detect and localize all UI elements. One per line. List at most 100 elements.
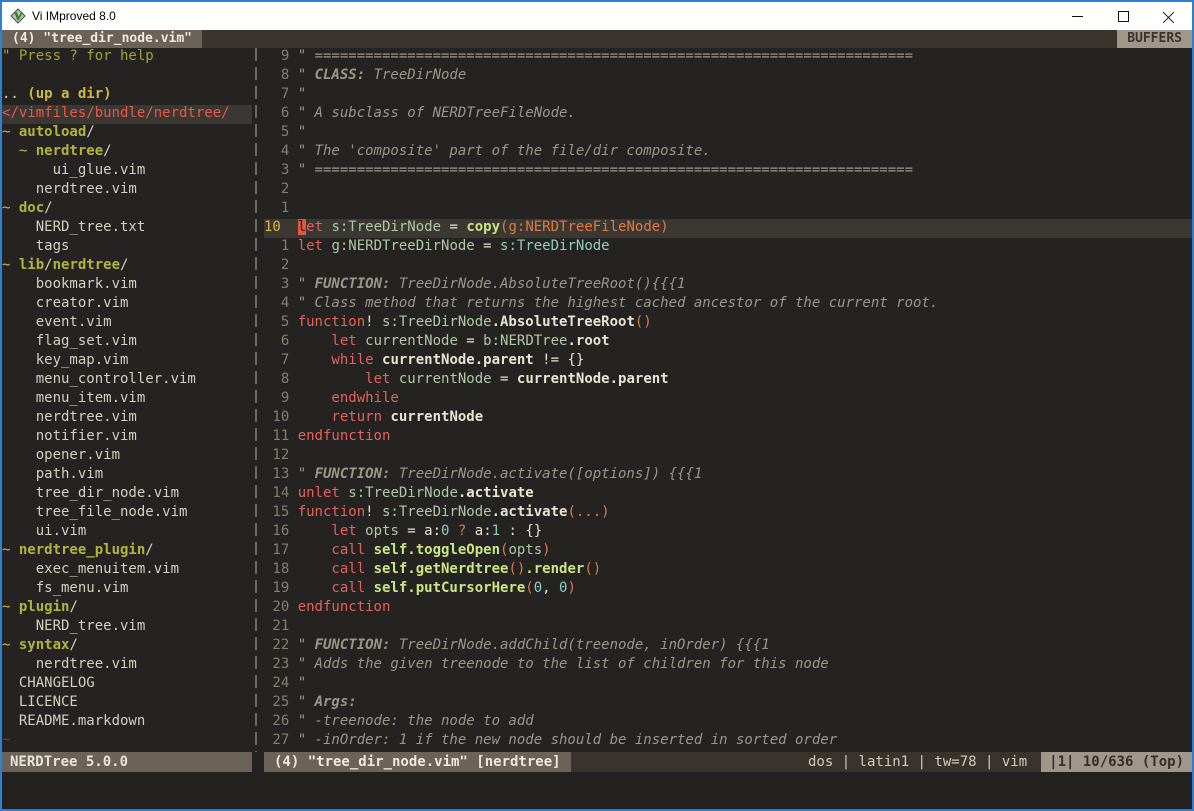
line-number: 18 [264,561,289,577]
code-line[interactable]: 11endfunction [264,428,1192,447]
code-line[interactable]: 6" A subclass of NERDTreeFileNode. [264,105,1192,124]
code-line[interactable]: 9 endwhile [264,390,1192,409]
code-line[interactable]: 1 [264,200,1192,219]
token: ) [567,580,575,596]
line-number: 10 [264,219,289,235]
window-separator[interactable] [252,48,264,752]
tree-line[interactable]: menu_item.vim [2,390,252,409]
code-line[interactable]: 3" =====================================… [264,162,1192,181]
code-line[interactable]: 1let g:NERDTreeDirNode = s:TreeDirNode [264,238,1192,257]
nerdtree-panel[interactable]: " Press ? for help .. (up a dir)</vimfil… [2,48,252,752]
code-line[interactable]: 18 call self.getNerdtree().render() [264,561,1192,580]
code-line[interactable]: 4" Class method that returns the highest… [264,295,1192,314]
code-line[interactable]: 15function! s:TreeDirNode.activate(...) [264,504,1192,523]
code-line[interactable]: 3" FUNCTION: TreeDirNode.AbsoluteTreeRoo… [264,276,1192,295]
tree-line[interactable]: exec_menuitem.vim [2,561,252,580]
token: event.vim [2,314,112,330]
tree-line[interactable]: tree_dir_node.vim [2,485,252,504]
code-line[interactable]: 12 [264,447,1192,466]
code-line[interactable]: 17 call self.toggleOpen(opts) [264,542,1192,561]
buffer-statusline: (4) "tree_dir_node.vim" [nerdtree] dos |… [264,752,1192,772]
code-line[interactable]: 6 let currentNode = b:NERDTree.root [264,333,1192,352]
token: " [298,675,306,691]
tree-line[interactable]: bookmark.vim [2,276,252,295]
code-line[interactable]: 5function! s:TreeDirNode.AbsoluteTreeRoo… [264,314,1192,333]
code-line[interactable]: 10 return currentNode [264,409,1192,428]
tree-line[interactable] [2,67,252,86]
code-line[interactable]: 22" FUNCTION: TreeDirNode.addChild(treen… [264,637,1192,656]
code-line[interactable]: 4" The 'composite' part of the file/dir … [264,143,1192,162]
tree-line[interactable]: key_map.vim [2,352,252,371]
tree-line[interactable]: tree_file_node.vim [2,504,252,523]
code-line[interactable]: 20endfunction [264,599,1192,618]
code-line[interactable]: 13" FUNCTION: TreeDirNode.activate([opti… [264,466,1192,485]
tree-line[interactable]: nerdtree.vim [2,656,252,675]
tree-line[interactable]: NERD_tree.vim [2,618,252,637]
code-line[interactable]: 25" Args: [264,694,1192,713]
tree-line[interactable]: notifier.vim [2,428,252,447]
tree-line[interactable]: nerdtree.vim [2,409,252,428]
line-number: 2 [264,257,289,273]
token: tags [2,238,69,254]
code-line[interactable]: 8 let currentNode = currentNode.parent [264,371,1192,390]
token: FUNCTION: [315,276,391,292]
code-line[interactable]: 26" -treenode: the node to add [264,713,1192,732]
code-line[interactable]: 27" -inOrder: 1 if the new node should b… [264,732,1192,751]
tree-line[interactable]: ~ syntax/ [2,637,252,656]
close-button[interactable] [1146,2,1192,30]
tree-line[interactable]: ~ nerdtree/ [2,143,252,162]
tree-line[interactable]: NERD_tree.txt [2,219,252,238]
line-number: 4 [264,295,289,311]
tree-line[interactable]: ~ [2,732,252,751]
tree-line[interactable]: ~ doc/ [2,200,252,219]
tree-line[interactable]: fs_menu.vim [2,580,252,599]
tree-line[interactable]: event.vim [2,314,252,333]
token: nerdtree [36,143,103,159]
tree-line[interactable]: CHANGELOG [2,675,252,694]
tree-line[interactable]: ~ lib/nerdtree/ [2,257,252,276]
tree-line[interactable]: " Press ? for help [2,48,252,67]
token: () [635,314,652,330]
maximize-button[interactable] [1100,2,1146,30]
token: menu_controller.vim [2,371,196,387]
minimize-button[interactable] [1054,2,1100,30]
tree-line[interactable]: ~ plugin/ [2,599,252,618]
tree-line[interactable]: .. (up a dir) [2,86,252,105]
editor-panel[interactable]: 9" =====================================… [264,48,1192,752]
tab-current-buffer[interactable]: (4) "tree_dir_node.vim" [2,30,202,48]
tree-line[interactable]: ~ nerdtree_plugin/ [2,542,252,561]
code-line[interactable]: 2 [264,257,1192,276]
token: lib [19,257,44,273]
code-line[interactable]: 9" =====================================… [264,48,1192,67]
tree-line[interactable]: tags [2,238,252,257]
code-line[interactable]: 7" [264,86,1192,105]
tree-line[interactable]: opener.vim [2,447,252,466]
token: bookmark.vim [2,276,137,292]
code-line[interactable]: 7 while currentNode.parent != {} [264,352,1192,371]
code-line[interactable]: 19 call self.putCursorHere(0, 0) [264,580,1192,599]
tree-line[interactable]: nerdtree.vim [2,181,252,200]
tree-line[interactable]: creator.vim [2,295,252,314]
token: ) [542,542,550,558]
code-line[interactable]: 23" Adds the given treenode to the list … [264,656,1192,675]
code-line[interactable]: 5" [264,124,1192,143]
code-line[interactable]: 14unlet s:TreeDirNode.activate [264,485,1192,504]
cursor-position-status: |1| 10/636 (Top) [1041,752,1192,772]
code-line[interactable]: 2 [264,181,1192,200]
code-line[interactable]: 10let s:TreeDirNode = copy(g:NERDTreeFil… [264,219,1192,238]
code-line[interactable]: 21 [264,618,1192,637]
tree-line[interactable]: path.vim [2,466,252,485]
command-line[interactable] [2,772,1192,809]
tree-line[interactable]: menu_controller.vim [2,371,252,390]
tree-line[interactable]: ui.vim [2,523,252,542]
tree-line[interactable]: ui_glue.vim [2,162,252,181]
tree-line[interactable]: README.markdown [2,713,252,732]
code-line[interactable]: 8" CLASS: TreeDirNode [264,67,1192,86]
code-line[interactable]: 24" [264,675,1192,694]
tree-line[interactable]: LICENCE [2,694,252,713]
token: " The 'composite' part of the file/dir c… [298,143,711,159]
code-line[interactable]: 16 let opts = a:0 ? a:1 : {} [264,523,1192,542]
tree-line[interactable]: </vimfiles/bundle/nerdtree/ [2,105,252,124]
tree-line[interactable]: flag_set.vim [2,333,252,352]
tree-line[interactable]: ~ autoload/ [2,124,252,143]
